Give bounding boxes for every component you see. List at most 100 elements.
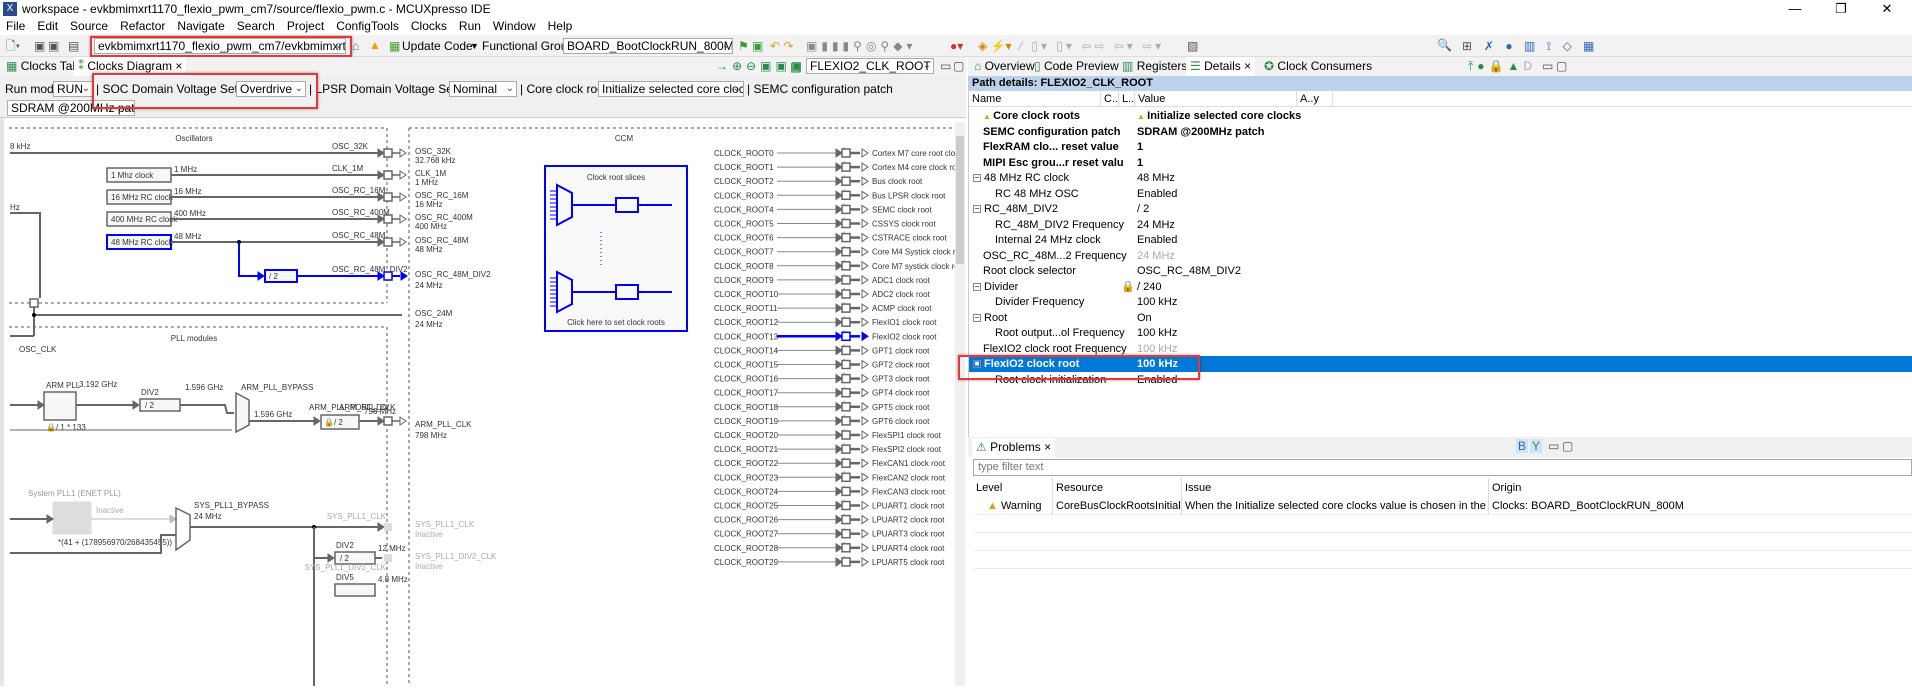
filter-icon[interactable]: Y [1530, 439, 1543, 453]
column-issue[interactable]: Issue [1182, 478, 1489, 498]
menu-window[interactable]: Window [487, 18, 542, 35]
maximize-view-icon[interactable]: ▢ [1562, 439, 1573, 453]
column-c[interactable]: C.. [1101, 91, 1119, 107]
details-row[interactable]: − Root On [969, 310, 1912, 326]
clock-gate-square[interactable] [841, 303, 851, 313]
clock-gate-square[interactable] [841, 557, 851, 567]
tab-problems[interactable]: ⚠ Problems × [972, 438, 1056, 457]
column-a[interactable]: A..y [1297, 91, 1333, 107]
clock-gate-square[interactable] [841, 162, 851, 172]
menu-navigate[interactable]: Navigate [171, 18, 230, 35]
menu-help[interactable]: Help [542, 18, 579, 35]
flag-icon[interactable]: ⚑ [738, 39, 749, 53]
diagram-vertical-scrollbar[interactable] [955, 122, 965, 686]
clock-gate-square[interactable] [841, 190, 851, 201]
lpsr-voltage-select[interactable]: Nominal ⌄ [449, 81, 517, 97]
clock-gate-square[interactable] [841, 232, 851, 243]
clock-gate-square[interactable] [841, 444, 851, 454]
menu-source[interactable]: Source [64, 18, 114, 35]
close-tab-icon[interactable]: × [175, 59, 182, 73]
clock-diagram[interactable]: Oscillators PLL modules CCM 8 kHz Hz OSC_CLK O… [4, 118, 967, 686]
details-row[interactable]: Root clock selector OSC_RC_48M_DIV2 [969, 263, 1912, 279]
clock-gate-square[interactable] [383, 148, 393, 158]
collapse-icon[interactable]: − [973, 282, 981, 291]
clock-gate-square[interactable] [841, 218, 851, 229]
run-mode-select[interactable]: RUN ⌄ [53, 81, 93, 97]
clock-gate-square[interactable] [841, 176, 851, 186]
tab-registers[interactable]: ▥ Registers [1118, 57, 1191, 76]
column-value[interactable]: Value [1135, 91, 1297, 107]
column-resource[interactable]: Resource [1053, 478, 1182, 498]
functional-group-combo[interactable]: BOARD_BootClockRUN_800M ⌄ [563, 38, 733, 54]
close-window-button[interactable]: ✕ [1864, 0, 1910, 18]
details-toolbar-icons[interactable]: ⤒●🔒▲D [1468, 59, 1536, 73]
column-name[interactable]: Name [969, 91, 1101, 107]
clock-gate-square[interactable] [841, 387, 851, 398]
navigation-icon[interactable]: ⁄ ▯▾ ▯▾ ⇦⇨ ⇦▾ ⇨▾ [1020, 39, 1164, 53]
tab-code-preview[interactable]: ▯ Code Preview [1030, 57, 1123, 76]
clock-gate-square[interactable] [841, 373, 851, 384]
print-icon[interactable]: ▤ [68, 39, 79, 53]
scrollbar-thumb[interactable] [956, 136, 964, 264]
clock-gate-square[interactable] [383, 416, 393, 426]
update-code-button[interactable]: Update Code [402, 38, 473, 54]
clock-gate-square[interactable] [841, 430, 851, 440]
clock-gate-square[interactable] [841, 472, 851, 483]
details-row[interactable]: OSC_RC_48M...2 Frequency 24 MHz [969, 248, 1912, 264]
minimize-button[interactable]: — [1772, 0, 1818, 18]
clock-gate-square[interactable] [384, 523, 392, 531]
minimize-view-icon[interactable]: ▭ [940, 59, 951, 73]
clock-gate-square[interactable] [841, 289, 851, 299]
config-tools-perspectives-icon[interactable]: ✗ ● ▥ ⟟ ◇ ▦ [1484, 39, 1598, 53]
clock-gate-square[interactable] [841, 148, 851, 158]
arm-pll-box[interactable] [43, 391, 77, 421]
menu-edit[interactable]: Edit [31, 18, 64, 35]
new-icon[interactable]: 🗋▾ [6, 39, 20, 53]
external-tools-icon[interactable]: ◈ ⚡▾ [978, 39, 1012, 53]
column-origin[interactable]: Origin [1489, 478, 1912, 498]
clock-gate-square[interactable] [841, 359, 851, 370]
clock-gate-square[interactable] [841, 246, 851, 257]
menu-project[interactable]: Project [281, 18, 330, 35]
clock-gate-square[interactable] [841, 345, 851, 356]
clock-gate-square[interactable] [841, 402, 851, 412]
details-row[interactable]: ▲ Core clock roots ▲ Initialize selected … [969, 108, 1912, 124]
clock-gate-square[interactable] [841, 543, 851, 553]
project-combo[interactable]: evkbmimxrt1170_flexio_pwm_cm7/evkbmimxrt… [94, 38, 346, 54]
details-row[interactable]: SEMC configuration patch SDRAM @200MHz pa… [969, 124, 1912, 140]
menu-refactor[interactable]: Refactor [114, 18, 171, 35]
open-perspective-icon[interactable]: ▨ [1187, 39, 1198, 53]
clock-gate-square[interactable] [841, 331, 851, 342]
details-row[interactable]: ■ FlexIO2 clock root 100 kHz [969, 356, 1912, 372]
clock-gate-square[interactable] [841, 416, 851, 426]
details-row[interactable]: Root clock initialization Enabled [969, 372, 1912, 388]
home-icon[interactable]: ⌂ [352, 39, 359, 53]
details-row[interactable]: Internal 24 MHz clock Enabled [969, 232, 1912, 248]
collapse-icon[interactable]: ■ [973, 360, 981, 369]
tab-details[interactable]: ☰ Details × [1186, 57, 1256, 76]
undo-icon[interactable]: ↶ ↷ [770, 39, 793, 53]
run-icon[interactable]: ●▾ [950, 39, 963, 53]
core-clock-roots-select[interactable]: Initialize selected core clocks ⌄ [598, 81, 744, 97]
warning-icon[interactable]: ▲ [369, 38, 381, 52]
details-row[interactable]: FlexRAM clo... reset value 1 [969, 139, 1912, 155]
column-level[interactable]: Level [973, 478, 1053, 498]
menu-run[interactable]: Run [453, 18, 487, 35]
search-icon[interactable]: 🔍 [1437, 38, 1452, 52]
menu-configtools[interactable]: ConfigTools [330, 18, 405, 35]
details-row[interactable]: Root output...ol Frequency 100 kHz [969, 325, 1912, 341]
tab-overview[interactable]: ⌂ Overview [970, 57, 1039, 76]
details-row[interactable]: RC_48M_DIV2 Frequency 24 MHz [969, 217, 1912, 233]
close-tab-icon[interactable]: × [1044, 440, 1051, 454]
clock-gate-square[interactable] [841, 317, 851, 327]
save-all-icon[interactable]: ▣ [48, 39, 59, 53]
clock-gate-square[interactable] [383, 237, 393, 247]
minimize-view-icon[interactable]: ▭ [1548, 439, 1559, 453]
collapse-icon[interactable]: − [973, 174, 981, 183]
details-row[interactable]: FlexIO2 clock root Frequency 100 kHz [969, 341, 1912, 357]
details-row[interactable]: MIPI Esc grou...r reset valu 1 [969, 155, 1912, 171]
clock-gate-square[interactable] [841, 500, 851, 511]
tab-clocks-diagram[interactable]: ⁑ Clocks Diagram × [74, 57, 187, 76]
clock-gate-square[interactable] [841, 514, 851, 525]
clock-path-combo[interactable]: FLEXIO2_CLK_ROOT ⌄ [806, 58, 934, 74]
